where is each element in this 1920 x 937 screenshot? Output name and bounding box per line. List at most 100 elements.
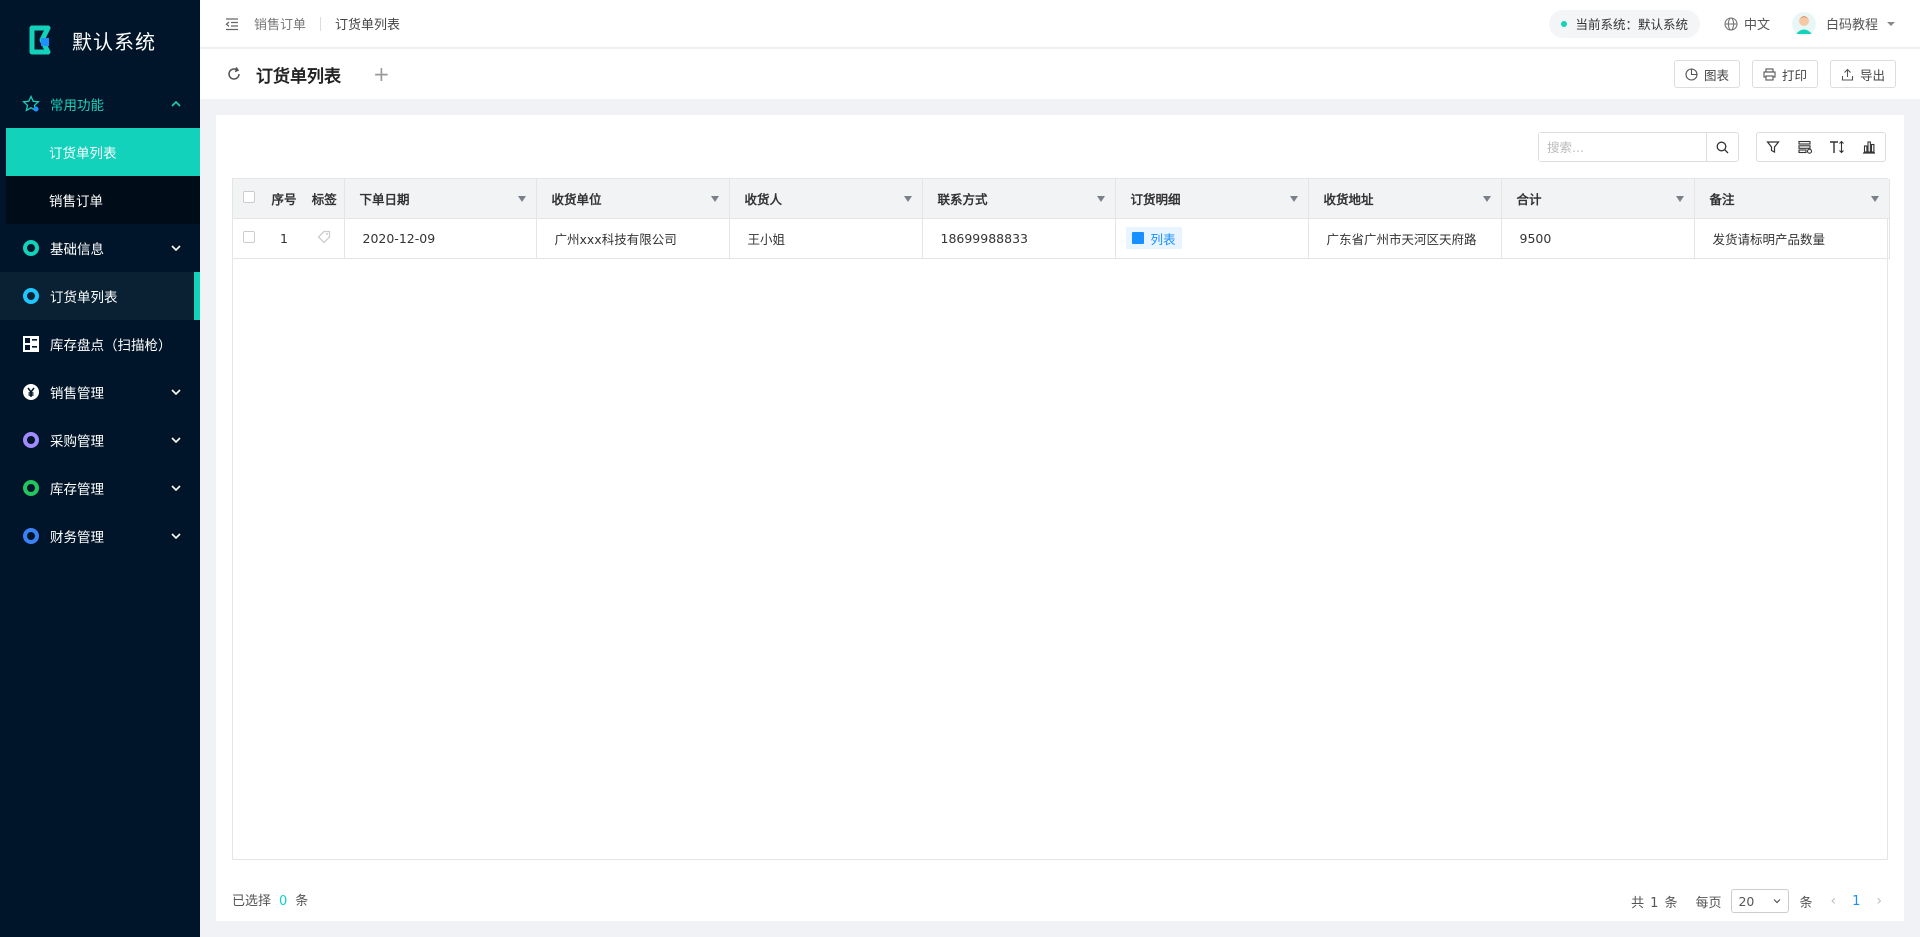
globe-icon — [1724, 16, 1738, 31]
top-header: 销售订单 订货单列表 当前系统：默认系统 中文 白码教程 — [200, 0, 1920, 48]
breadcrumb-divider — [320, 16, 322, 31]
cell-tag — [305, 218, 345, 259]
current-system-badge[interactable]: 当前系统：默认系统 — [1549, 9, 1700, 38]
breadcrumb-current: 订货单列表 — [335, 18, 401, 33]
page-size-select[interactable]: 20 — [1731, 889, 1790, 913]
sort-caret-icon[interactable] — [1096, 196, 1105, 202]
sort-caret-icon[interactable] — [1289, 196, 1298, 202]
selected-suffix: 条 — [295, 894, 309, 909]
text-height-icon — [1830, 140, 1844, 154]
cell-index: 1 — [263, 218, 305, 259]
cell-date: 2020-12-09 — [344, 218, 537, 259]
select-all-header — [233, 179, 263, 219]
sort-caret-icon[interactable] — [903, 196, 912, 202]
prev-page-icon[interactable]: ‹ — [1831, 893, 1837, 909]
print-button[interactable]: 打印 — [1751, 60, 1818, 88]
pagination: 共1条 每页 20 条 ‹ 1 › — [1631, 889, 1890, 913]
content-card: 序号 标签 下单日期 收货单位 收货人 联系方式 订货明细 收货地址 合计 备注… — [216, 115, 1904, 921]
header-date[interactable]: 下单日期 — [344, 179, 537, 219]
sidebar-item-label: 订货单列表 — [49, 146, 117, 162]
brand[interactable]: 默认系统 — [0, 0, 200, 80]
sort-caret-icon[interactable] — [1870, 196, 1879, 202]
statistics-button[interactable] — [1853, 133, 1885, 161]
header-remark-label: 备注 — [1709, 191, 1735, 207]
per-page-suffix: 条 — [1799, 895, 1813, 911]
menu-group-finance[interactable]: 财务管理 — [0, 512, 200, 560]
header-detail[interactable]: 订货明细 — [1115, 179, 1309, 219]
cell-remark: 发货请标明产品数量 — [1694, 218, 1890, 259]
header-address[interactable]: 收货地址 — [1308, 179, 1502, 219]
table-toolbar — [1538, 132, 1886, 162]
row-select-cell — [233, 218, 263, 259]
refresh-icon[interactable] — [226, 66, 242, 82]
export-button[interactable]: 导出 — [1829, 60, 1896, 88]
sidebar-item-sales-order[interactable]: 销售订单 — [6, 176, 200, 224]
filter-button[interactable] — [1757, 133, 1789, 161]
chevron-down-icon — [171, 245, 181, 252]
language-label: 中文 — [1743, 18, 1770, 33]
column-settings-icon — [1797, 140, 1812, 154]
menu-group-label: 基础信息 — [50, 242, 104, 258]
menu-group-purchase[interactable]: 采购管理 — [0, 416, 200, 464]
detail-list-button[interactable]: 列表 — [1125, 227, 1182, 249]
caret-down-icon — [1887, 21, 1895, 26]
sort-caret-icon[interactable] — [1482, 196, 1491, 202]
header-unit-label: 收货单位 — [551, 191, 602, 207]
menu-group-stock[interactable]: 库存管理 — [0, 464, 200, 512]
ring-icon — [22, 431, 40, 449]
row-checkbox[interactable] — [243, 230, 255, 243]
order-table: 序号 标签 下单日期 收货单位 收货人 联系方式 订货明细 收货地址 合计 备注… — [233, 179, 1890, 259]
menu-group-label: 库存管理 — [50, 482, 104, 498]
tag-icon[interactable] — [317, 230, 331, 244]
menu-group-sales[interactable]: 销售管理 — [0, 368, 200, 416]
printer-icon — [1763, 67, 1776, 81]
select-all-checkbox[interactable] — [243, 190, 255, 203]
header-remark[interactable]: 备注 — [1694, 179, 1890, 219]
search-button[interactable] — [1706, 133, 1738, 161]
avatar — [1791, 11, 1816, 36]
total-prefix: 共 — [1631, 895, 1645, 911]
chart-button[interactable]: 图表 — [1673, 60, 1740, 88]
sidebar-item-inventory-scan[interactable]: 库存盘点（扫描枪） — [0, 320, 200, 368]
menu-fold-icon[interactable] — [224, 16, 240, 32]
language-switch[interactable]: 中文 — [1724, 14, 1770, 33]
header-receiver[interactable]: 收货人 — [729, 179, 923, 219]
search-input[interactable] — [1539, 133, 1706, 161]
menu-group-label: 财务管理 — [50, 530, 104, 546]
user-menu[interactable]: 白码教程 — [1791, 11, 1898, 36]
add-tab-icon[interactable]: + — [373, 64, 390, 84]
sort-caret-icon[interactable] — [710, 196, 719, 202]
next-page-icon[interactable]: › — [1876, 893, 1882, 909]
search-box — [1538, 132, 1739, 162]
chevron-down-icon — [171, 533, 181, 540]
header-contact[interactable]: 联系方式 — [922, 179, 1116, 219]
ring-icon — [22, 527, 40, 545]
menu-group-basic-info[interactable]: 基础信息 — [0, 224, 200, 272]
header-contact-label: 联系方式 — [937, 191, 988, 207]
menu-group-label: 销售管理 — [50, 386, 104, 402]
user-name: 白码教程 — [1825, 18, 1878, 33]
header-total[interactable]: 合计 — [1501, 179, 1695, 219]
column-settings-button[interactable] — [1789, 133, 1821, 161]
sort-caret-icon[interactable] — [1675, 196, 1684, 202]
data-table: 序号 标签 下单日期 收货单位 收货人 联系方式 订货明细 收货地址 合计 备注… — [232, 178, 1890, 860]
sidebar-item-label: 销售订单 — [49, 194, 103, 210]
header-unit[interactable]: 收货单位 — [536, 179, 730, 219]
sidebar-item-order-list[interactable]: 订货单列表 — [6, 128, 200, 176]
page-size-value: 20 — [1738, 893, 1755, 909]
menu-group-common[interactable]: 常用功能 — [0, 80, 200, 128]
menu-group-label: 采购管理 — [50, 434, 104, 450]
table-row[interactable]: 1 2020-12-09 广州xxx科技有限公司 王小姐 18699988833… — [233, 218, 1890, 259]
sidebar-item-order-list-main[interactable]: 订货单列表 — [0, 272, 200, 320]
cell-unit: 广州xxx科技有限公司 — [536, 218, 730, 259]
breadcrumb-item[interactable]: 销售订单 — [254, 14, 306, 33]
row-height-button[interactable] — [1821, 133, 1853, 161]
detail-list-label: 列表 — [1150, 231, 1176, 247]
chevron-down-icon — [171, 437, 181, 444]
current-page[interactable]: 1 — [1852, 894, 1860, 909]
ring-icon — [22, 287, 40, 305]
pagination-total: 共1条 — [1631, 892, 1677, 911]
sidebar: 默认系统 常用功能 订货单列表 销售订单 基础信息 订货单列表 库存盘点（扫描枪… — [0, 0, 200, 937]
sort-caret-icon[interactable] — [517, 196, 526, 202]
star-icon — [22, 95, 40, 113]
